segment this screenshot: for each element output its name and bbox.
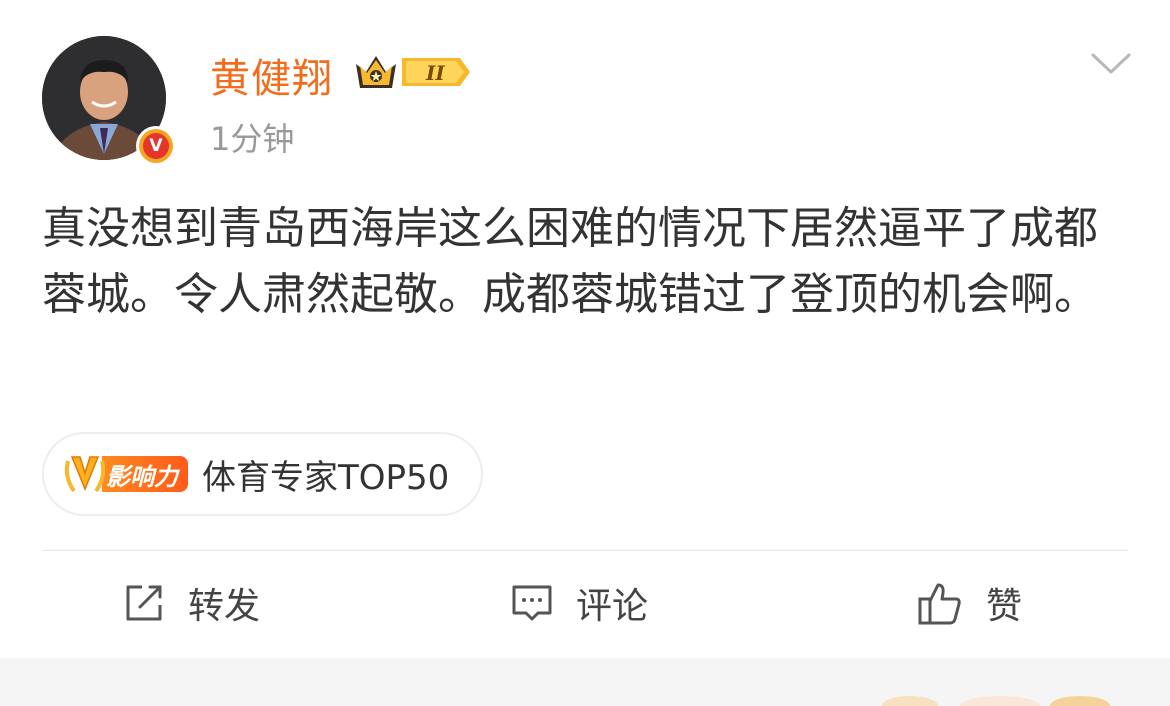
like-label: 赞	[986, 586, 1023, 627]
avatar-container[interactable]: V	[42, 36, 176, 166]
v-laurel-icon	[64, 456, 106, 493]
comment-bubble-icon	[512, 585, 552, 621]
like-button[interactable]: 赞	[916, 570, 1022, 636]
repost-label: 转发	[188, 586, 261, 627]
username[interactable]: 黄健翔	[210, 46, 333, 104]
weibo-post-card: V 黄健翔 II 1分钟 真没想到青岛西海岸这么困难的情况下居然逼平了成都蓉城。…	[0, 0, 1170, 658]
post-text: 真没想到青岛西海岸这么困难的情况下居然逼平了成都蓉城。令人肃然起敬。成都蓉城错过…	[42, 203, 1098, 320]
chevron-down-icon[interactable]	[1090, 52, 1132, 76]
vip-crown-icon[interactable]: II	[352, 50, 470, 94]
divider	[42, 550, 1128, 551]
action-bar: 转发 评论 赞	[0, 570, 1170, 636]
topic-label: 体育专家TOP50	[202, 457, 450, 498]
vip-level-text: II	[425, 61, 445, 85]
post-time: 1分钟	[210, 120, 295, 158]
comment-button[interactable]: 评论	[510, 570, 648, 636]
next-post-decoration	[882, 696, 1110, 706]
repost-button[interactable]: 转发	[122, 570, 260, 636]
influence-badge: 影响力	[62, 451, 188, 497]
thumbs-up-icon	[918, 583, 961, 625]
verified-badge-icon: V	[136, 126, 176, 166]
comment-label: 评论	[576, 586, 649, 627]
influence-label: 影响力	[102, 456, 188, 492]
share-box-icon	[126, 585, 162, 621]
influence-topic-pill[interactable]: 影响力 体育专家TOP50	[42, 432, 484, 516]
